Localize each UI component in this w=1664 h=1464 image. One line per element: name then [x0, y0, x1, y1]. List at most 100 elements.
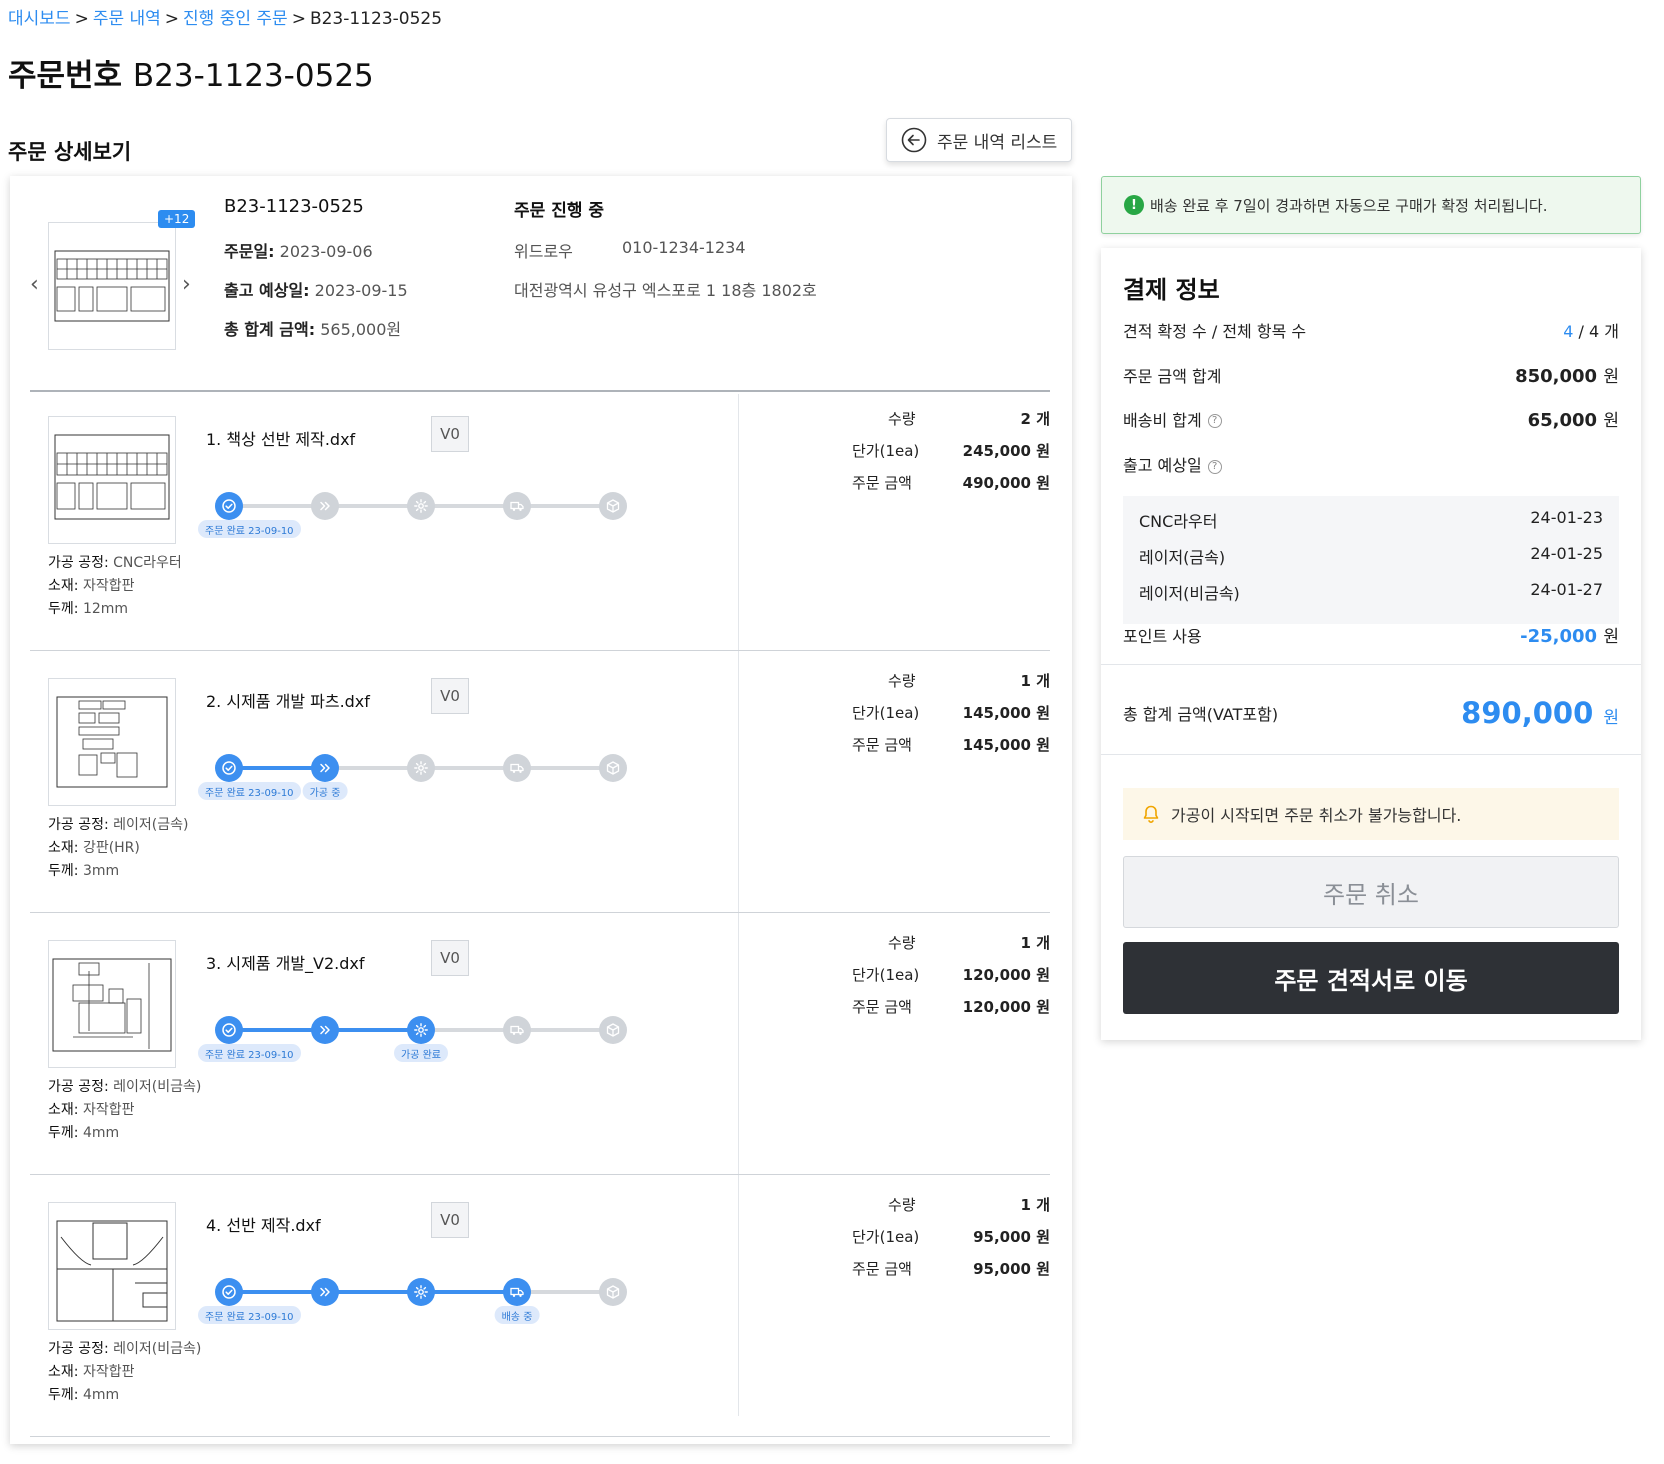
box-icon — [606, 499, 620, 513]
version-badge[interactable]: V0 — [431, 1202, 469, 1238]
material-value: 자작합판 — [82, 1102, 135, 1118]
progress-step — [407, 492, 435, 520]
item-material: 소재: 자작합판 — [48, 1099, 134, 1119]
ship-date-label-wrap: 출고 예상일? — [1123, 452, 1222, 476]
quote-confirm-value: 4 / 4 개 — [1563, 318, 1619, 342]
summary-ship-date: 출고 예상일: 2023-09-15 — [224, 277, 408, 301]
amount-label: 주문 금액 — [852, 1260, 912, 1278]
check-circle-icon — [222, 1285, 236, 1299]
progress-step — [407, 1016, 435, 1044]
material-value: 자작합판 — [82, 578, 135, 594]
double-chevron-icon — [320, 763, 330, 773]
process-date: 24-01-23 — [1530, 508, 1603, 527]
qty-label: 수량 — [888, 672, 916, 690]
status-pill: 주문 완료 23-09-10 — [198, 520, 301, 538]
check-circle-icon — [222, 499, 236, 513]
unit-price-label: 단가(1ea) — [852, 1228, 920, 1246]
help-icon[interactable]: ? — [1207, 414, 1222, 428]
amount-value: 120,000 원 — [962, 998, 1050, 1016]
amount-label: 주문 금액 — [852, 998, 912, 1016]
item-file-name[interactable]: 4. 선반 제작.dxf — [206, 1212, 321, 1236]
summary-drawing-thumbnail[interactable] — [48, 222, 176, 350]
currency-unit: 원 — [1603, 627, 1619, 647]
process-value: CNC라우터 — [113, 555, 182, 571]
page-title-label: 주문번호 — [8, 58, 123, 94]
material-label: 소재: — [48, 840, 79, 856]
payment-info-card: 결제 정보 견적 확정 수 / 전체 항목 수 4 / 4 개 주문 금액 합계… — [1101, 248, 1641, 1040]
unit-price-label: 단가(1ea) — [852, 966, 920, 984]
alert-icon: ! — [1124, 195, 1144, 215]
status-pill-text: 가공 중 — [309, 787, 341, 799]
unit-price-value: 245,000 원 — [962, 442, 1050, 460]
order-date-value: 2023-09-06 — [279, 242, 373, 261]
amount-label: 주문 금액 — [852, 736, 912, 754]
progress-step — [503, 1278, 531, 1306]
process-date: 24-01-27 — [1530, 580, 1603, 599]
item-thickness: 두께: 12mm — [48, 598, 128, 618]
status-pill-text: 주문 완료 23-09-10 — [205, 1049, 294, 1061]
chevron-left-icon[interactable]: ‹ — [30, 272, 39, 297]
breadcrumb-separator: > — [74, 9, 89, 29]
ship-fee-label-wrap: 배송비 합계? — [1123, 407, 1222, 431]
version-badge[interactable]: V0 — [431, 678, 469, 714]
progress-step — [407, 1278, 435, 1306]
order-list-button[interactable]: 주문 내역 리스트 — [886, 118, 1072, 162]
total-value: 565,000원 — [320, 320, 402, 339]
status-pill-text: 주문 완료 23-09-10 — [205, 1311, 294, 1323]
chevron-right-icon[interactable]: › — [182, 272, 191, 297]
breadcrumb-link-orders[interactable]: 주문 내역 — [93, 9, 161, 29]
help-icon[interactable]: ? — [1207, 459, 1222, 474]
material-label: 소재: — [48, 1364, 79, 1380]
page-title-number: B23-1123-0525 — [132, 58, 374, 94]
order-item: 4. 선반 제작.dxf V0 주문 완료 23-09-10 배송 중 가공 공정… — [10, 1182, 1072, 1438]
cancel-order-button[interactable]: 주문 취소 — [1123, 856, 1619, 928]
progress-step — [407, 754, 435, 782]
progress-step — [311, 1278, 339, 1306]
breadcrumb-link-in-progress[interactable]: 진행 중인 주문 — [183, 9, 288, 29]
order-sum-value: 850,000 원 — [1515, 362, 1619, 387]
grand-total-value: 890,000 원 — [1461, 696, 1619, 730]
version-badge[interactable]: V0 — [431, 940, 469, 976]
double-chevron-icon — [320, 1287, 330, 1297]
go-to-quote-button[interactable]: 주문 견적서로 이동 — [1123, 942, 1619, 1014]
item-thickness: 두께: 3mm — [48, 860, 119, 880]
check-circle-icon — [222, 1023, 236, 1037]
order-item: 3. 시제품 개발_V2.dxf V0 주문 완료 23-09-10 가공 완료 … — [10, 920, 1072, 1176]
item-drawing-thumbnail[interactable] — [48, 678, 176, 806]
item-drawing-thumbnail[interactable] — [48, 940, 176, 1068]
currency-unit: 원 — [1603, 708, 1619, 728]
process-name: 레이저(비금속) — [1139, 584, 1240, 603]
order-sum-label: 주문 금액 합계 — [1123, 366, 1222, 386]
material-label: 소재: — [48, 1102, 79, 1118]
item-drawing-thumbnail[interactable] — [48, 1202, 176, 1330]
process-label: 가공 공정: — [48, 555, 109, 571]
version-badge[interactable]: V0 — [431, 416, 469, 452]
point-label: 포인트 사용 — [1123, 626, 1202, 646]
item-process: 가공 공정: CNC라우터 — [48, 552, 182, 572]
material-label: 소재: — [48, 578, 79, 594]
item-file-name[interactable]: 2. 시제품 개발 파츠.dxf — [206, 688, 370, 712]
progress-step — [503, 754, 531, 782]
amount-value: 145,000 원 — [962, 736, 1050, 754]
phone-number: 010-1234-1234 — [622, 238, 746, 257]
status-pill: 배송 중 — [494, 1306, 540, 1324]
item-process: 가공 공정: 레이저(비금속) — [48, 1338, 201, 1358]
unit-price-value: 120,000 원 — [962, 966, 1050, 984]
process-date: 24-01-25 — [1530, 544, 1603, 563]
item-drawing-thumbnail[interactable] — [48, 416, 176, 544]
progress-step — [215, 754, 243, 782]
page-title: 주문번호 B23-1123-0525 — [8, 50, 374, 95]
ship-date-row: 출고 예상일? — [1123, 452, 1619, 476]
cancel-warning-notice: 가공이 시작되면 주문 취소가 불가능합니다. — [1123, 788, 1619, 840]
item-file-name[interactable]: 3. 시제품 개발_V2.dxf — [206, 950, 365, 974]
point-row: 포인트 사용 -25,000 원 — [1123, 622, 1619, 647]
summary-total: 총 합계 금액: 565,000원 — [224, 316, 401, 340]
thickness-label: 두께: — [48, 863, 79, 879]
order-sum-amount: 850,000 — [1515, 366, 1598, 387]
payment-divider — [1101, 664, 1641, 665]
progress-step — [311, 492, 339, 520]
breadcrumb-link-dashboard[interactable]: 대시보드 — [8, 9, 71, 29]
item-file-name[interactable]: 1. 책상 선반 제작.dxf — [206, 426, 355, 450]
grand-total-label: 총 합계 금액(VAT포함) — [1123, 705, 1279, 724]
summary-order-date: 주문일: 2023-09-06 — [224, 238, 373, 262]
